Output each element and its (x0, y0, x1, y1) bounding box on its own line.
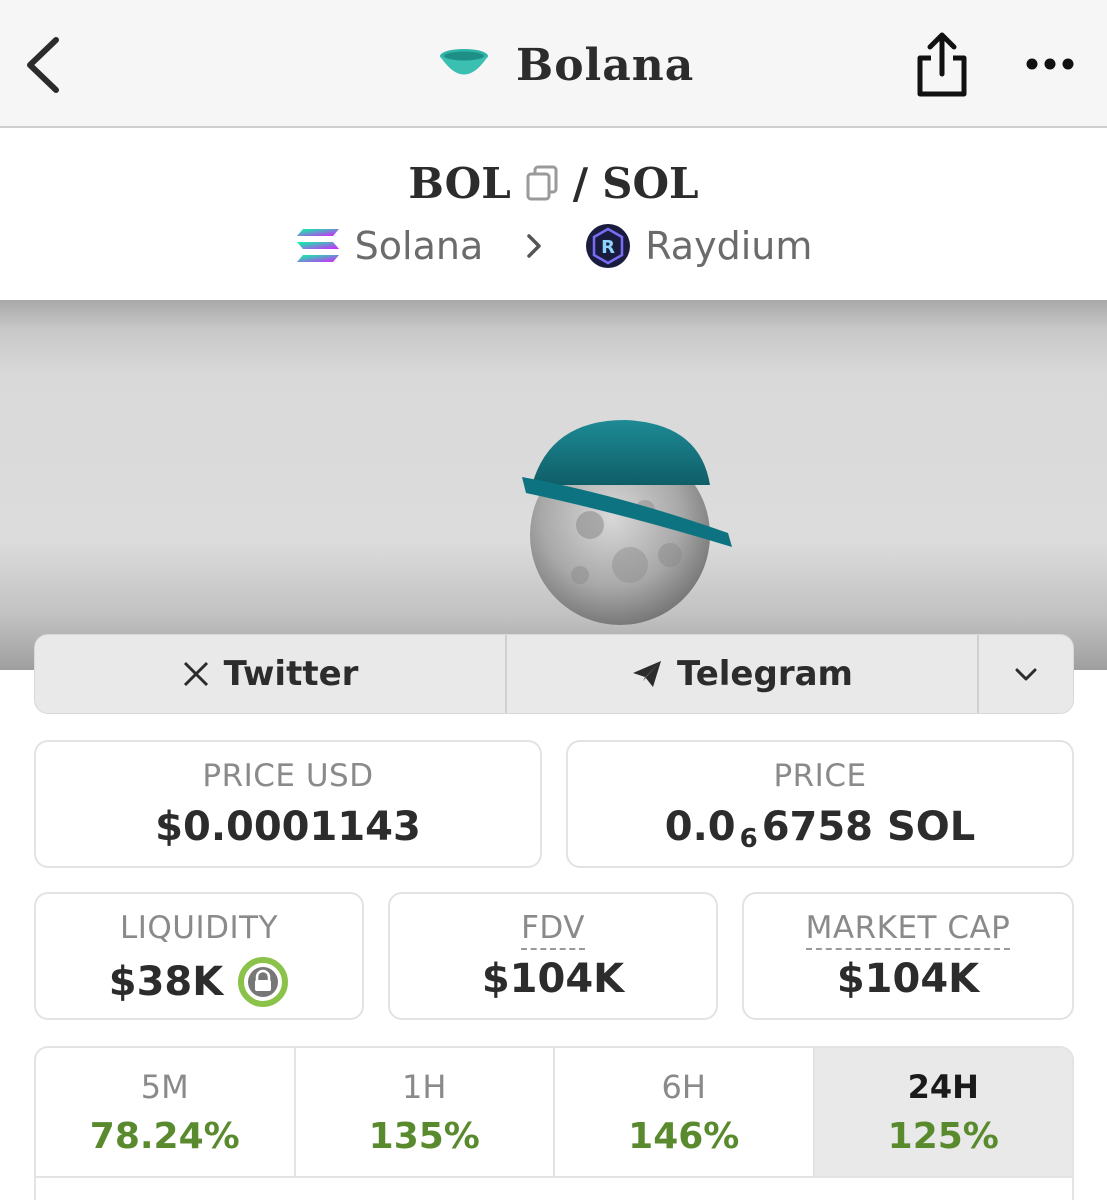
fdv-label-text: FDV (521, 910, 585, 950)
timeframe-tabs: 5M 78.24% 1H 135% 6H 146% 24H 125% (34, 1046, 1074, 1186)
share-icon (917, 32, 967, 97)
pair-header: BOL / SOL (0, 150, 1107, 216)
price-usd-card: PRICE USD $0.0001143 (34, 740, 542, 868)
dex-link[interactable]: Raydium (645, 224, 812, 268)
price-native-card: PRICE 0.0 6 6758 SOL (566, 740, 1074, 868)
pair-base-symbol: BOL (408, 158, 511, 208)
back-button[interactable] (20, 32, 68, 98)
liquidity-amount: $38K (108, 959, 224, 1005)
liquidity-value: $38K (36, 956, 362, 1008)
lock-icon[interactable] (237, 956, 289, 1008)
bowl-icon (438, 47, 490, 83)
token-title: Bolana (438, 30, 694, 100)
price-usd-value: $0.0001143 (36, 804, 540, 850)
tab-change-value: 78.24% (89, 1116, 240, 1157)
tab-change-value: 125% (887, 1116, 999, 1157)
twitter-button[interactable]: Twitter (35, 635, 507, 713)
fdv-label[interactable]: FDV (390, 910, 716, 950)
share-button[interactable] (912, 30, 972, 100)
chain-breadcrumb: Solana R Raydium (0, 218, 1107, 274)
liquidity-label: LIQUIDITY (119, 910, 279, 946)
more-options-button[interactable] (1020, 44, 1080, 84)
price-native-prefix: 0.0 (664, 804, 736, 850)
market-cap-value: $104K (744, 956, 1072, 1002)
telegram-button[interactable]: Telegram (507, 635, 979, 713)
more-links-dropdown[interactable] (979, 635, 1073, 713)
fdv-value: $104K (390, 956, 716, 1002)
twitter-label: Twitter (223, 654, 359, 694)
token-mascot-image (510, 415, 740, 625)
chain-network-link[interactable]: Solana (355, 224, 484, 268)
raydium-logo-icon: R (585, 223, 631, 269)
top-nav-bar: Bolana (0, 0, 1107, 128)
tab-change-value: 146% (628, 1116, 740, 1157)
paper-plane-icon (633, 661, 662, 687)
copy-icon[interactable] (525, 164, 559, 202)
svg-text:R: R (601, 237, 615, 258)
tab-6h[interactable]: 6H 146% (555, 1048, 815, 1178)
tab-label: 5M (140, 1068, 189, 1106)
stats-panel-continuation (34, 1178, 1074, 1200)
price-native-zero-count: 6 (739, 824, 758, 854)
price-usd-amount: $0.0001143 (155, 804, 421, 850)
telegram-label: Telegram (677, 654, 853, 694)
price-native-value: 0.0 6 6758 SOL (568, 804, 1072, 854)
chevron-down-icon (1015, 668, 1037, 681)
market-cap-card: MARKET CAP $104K (742, 892, 1074, 1020)
token-name: Bolana (516, 39, 695, 91)
pair-separator: / (572, 158, 589, 208)
tab-24h[interactable]: 24H 125% (814, 1048, 1072, 1178)
market-cap-label-text: MARKET CAP (805, 910, 1011, 950)
chevron-left-icon (27, 37, 59, 93)
tab-5m[interactable]: 5M 78.24% (36, 1048, 296, 1178)
liquidity-card: LIQUIDITY $38K (34, 892, 364, 1020)
pair-quote-symbol: SOL (602, 158, 699, 208)
market-cap-label[interactable]: MARKET CAP (744, 910, 1072, 950)
tab-label: 24H (907, 1068, 979, 1106)
solana-logo-icon (295, 227, 341, 265)
tab-1h[interactable]: 1H 135% (296, 1048, 555, 1178)
x-logo-icon (183, 661, 208, 687)
fdv-amount: $104K (481, 956, 625, 1002)
fdv-card: FDV $104K (388, 892, 718, 1020)
chevron-right-icon (519, 231, 549, 261)
tab-change-value: 135% (368, 1116, 480, 1157)
market-cap-amount: $104K (836, 956, 980, 1002)
token-banner (0, 300, 1107, 670)
price-usd-label: PRICE USD (202, 758, 374, 794)
token-page: Bolana BOL / SOL Solana R Raydium Twitte… (0, 0, 1107, 1200)
tab-label: 6H (661, 1068, 706, 1106)
ellipsis-icon (1026, 58, 1074, 70)
price-native-suffix: 6758 SOL (761, 804, 976, 850)
tab-label: 1H (402, 1068, 447, 1106)
social-links-bar: Twitter Telegram (34, 634, 1074, 714)
price-native-label: PRICE (773, 758, 867, 794)
